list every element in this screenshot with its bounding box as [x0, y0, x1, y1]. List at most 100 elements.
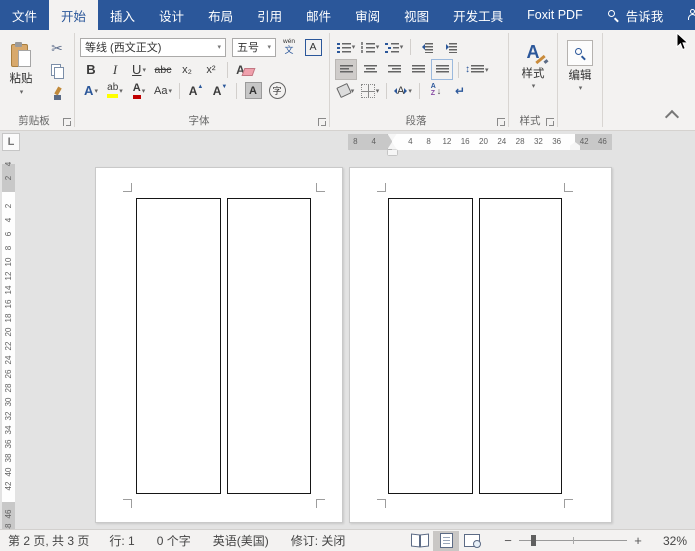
borders-button[interactable] [359, 80, 381, 101]
table-column-cell[interactable] [136, 198, 221, 494]
copy-button[interactable] [44, 60, 70, 81]
styles-gallery-button[interactable]: A 样式 [512, 36, 554, 102]
character-scaling-button[interactable]: A [392, 80, 414, 101]
multilevel-list-icon [385, 42, 399, 53]
font-color-button[interactable]: A [128, 80, 150, 101]
text-effects-button[interactable]: A [80, 80, 102, 101]
bold-button[interactable]: B [80, 59, 102, 80]
editing-menu-button[interactable]: 编辑 [561, 36, 599, 102]
web-layout-button[interactable] [459, 531, 485, 551]
left-indent-marker[interactable] [388, 150, 397, 155]
document-page-2[interactable] [349, 167, 612, 523]
paste-button[interactable]: 粘贴 [3, 36, 39, 102]
collapse-ribbon-chevron-icon[interactable] [665, 110, 679, 124]
zoom-slider-center-tick [573, 537, 574, 544]
table-column-cell[interactable] [388, 198, 473, 494]
phonetic-guide-button[interactable]: wén 文 [278, 37, 300, 58]
menu-tab-review[interactable]: 审阅 [343, 0, 392, 30]
tell-me-button[interactable]: 告诉我 [595, 0, 676, 30]
format-painter-icon [51, 87, 64, 101]
menu-tab-layout[interactable]: 布局 [196, 0, 245, 30]
up-down-arrow-icon: ↕ [465, 65, 470, 75]
increase-indent-button[interactable] [440, 37, 462, 58]
ruler-number: 4 [5, 218, 13, 222]
menu-tab-view[interactable]: 视图 [392, 0, 441, 30]
down-triangle-icon: ▼ [221, 81, 227, 93]
character-border-button[interactable]: A [302, 37, 324, 58]
table-column-cell[interactable] [479, 198, 562, 494]
margin-crop-mark [316, 499, 325, 508]
subscript-button[interactable]: x₂ [176, 59, 198, 80]
align-left-button[interactable] [335, 59, 357, 80]
justify-icon [412, 64, 425, 75]
font-size-combobox[interactable]: 五号 [232, 38, 276, 57]
paragraph-dialog-launcher[interactable] [497, 118, 505, 126]
tab-stop-selector[interactable]: L [2, 133, 20, 151]
shading-button[interactable] [335, 80, 357, 101]
grow-font-button[interactable]: A▲ [185, 80, 207, 101]
document-workspace[interactable]: L 8448121620242832364246 422468101214161… [0, 131, 695, 529]
character-shading-button[interactable]: A [242, 80, 264, 101]
italic-button[interactable]: I [104, 59, 126, 80]
bullets-button[interactable] [335, 37, 357, 58]
change-case-button[interactable]: Aa [152, 80, 174, 101]
align-center-button[interactable] [359, 59, 381, 80]
sort-button[interactable]: AZ ↓ [425, 80, 447, 101]
table-column-cell[interactable] [227, 198, 311, 494]
vertical-ruler[interactable]: 4224681012141618202224262830323436384042… [2, 164, 15, 529]
mouse-cursor [676, 32, 689, 51]
zoom-slider[interactable] [519, 540, 627, 541]
multilevel-list-button[interactable] [383, 37, 405, 58]
zoom-out-button[interactable]: − [501, 533, 515, 548]
menu-tab-foxit-pdf[interactable]: Foxit PDF [515, 0, 595, 30]
font-dialog-launcher[interactable] [318, 118, 326, 126]
clear-formatting-button[interactable]: A [233, 59, 255, 80]
enclose-characters-button[interactable]: 字 [266, 80, 288, 101]
page-number-status[interactable]: 第 2 页, 共 3 页 [8, 532, 89, 549]
menu-tab-file[interactable]: 文件 [0, 0, 49, 30]
superscript-button[interactable]: x² [200, 59, 222, 80]
menu-tab-references[interactable]: 引用 [245, 0, 294, 30]
print-layout-button[interactable] [433, 531, 459, 551]
bullet-list-icon [337, 42, 351, 53]
menu-tab-developer[interactable]: 开发工具 [441, 0, 515, 30]
ruler-number: 10 [5, 258, 13, 267]
shrink-font-button[interactable]: A▼ [209, 80, 231, 101]
zoom-slider-thumb[interactable] [531, 535, 536, 546]
language-status[interactable]: 英语(美国) [213, 532, 269, 549]
menu-tab-home[interactable]: 开始 [49, 0, 98, 30]
zoom-in-button[interactable]: + [631, 533, 645, 548]
track-changes-status[interactable]: 修订: 关闭 [291, 532, 346, 549]
dropdown-arrow [532, 82, 536, 90]
read-mode-button[interactable] [407, 531, 433, 551]
dropdown-arrow [376, 43, 380, 51]
format-painter-button[interactable] [44, 83, 70, 104]
menu-tab-mailings[interactable]: 邮件 [294, 0, 343, 30]
dropdown-arrow [351, 87, 355, 95]
numbering-button[interactable] [359, 37, 381, 58]
font-name-combobox[interactable]: 等线 (西文正文) [80, 38, 226, 57]
underline-button[interactable]: U [128, 59, 150, 80]
word-count-status[interactable]: 0 个字 [157, 532, 191, 549]
dropdown-arrow [142, 66, 146, 74]
justify-button[interactable] [407, 59, 429, 80]
highlight-color-button[interactable]: ab [104, 80, 126, 101]
document-page-1[interactable] [95, 167, 343, 523]
phonetic-guide-icon: wén 文 [283, 39, 295, 55]
align-right-button[interactable] [383, 59, 405, 80]
distribute-button[interactable] [431, 59, 453, 80]
styles-dialog-launcher[interactable] [546, 118, 554, 126]
horizontal-ruler[interactable]: 8448121620242832364246 [348, 134, 612, 150]
line-spacing-button[interactable]: ↕ [464, 59, 490, 80]
menu-tab-design[interactable]: 设计 [147, 0, 196, 30]
strikethrough-button[interactable]: abc [152, 59, 174, 80]
cut-button[interactable]: ✂ [44, 37, 70, 58]
menu-tab-insert[interactable]: 插入 [98, 0, 147, 30]
line-number-status[interactable]: 行: 1 [109, 532, 134, 549]
decrease-indent-button[interactable] [416, 37, 438, 58]
clipboard-dialog-launcher[interactable] [63, 118, 71, 126]
zoom-level[interactable]: 32% [651, 534, 687, 548]
show-hide-marks-button[interactable]: ↵ [449, 80, 471, 101]
ruler-number: 32 [5, 412, 13, 421]
share-button[interactable]: + 共享 [675, 0, 695, 30]
